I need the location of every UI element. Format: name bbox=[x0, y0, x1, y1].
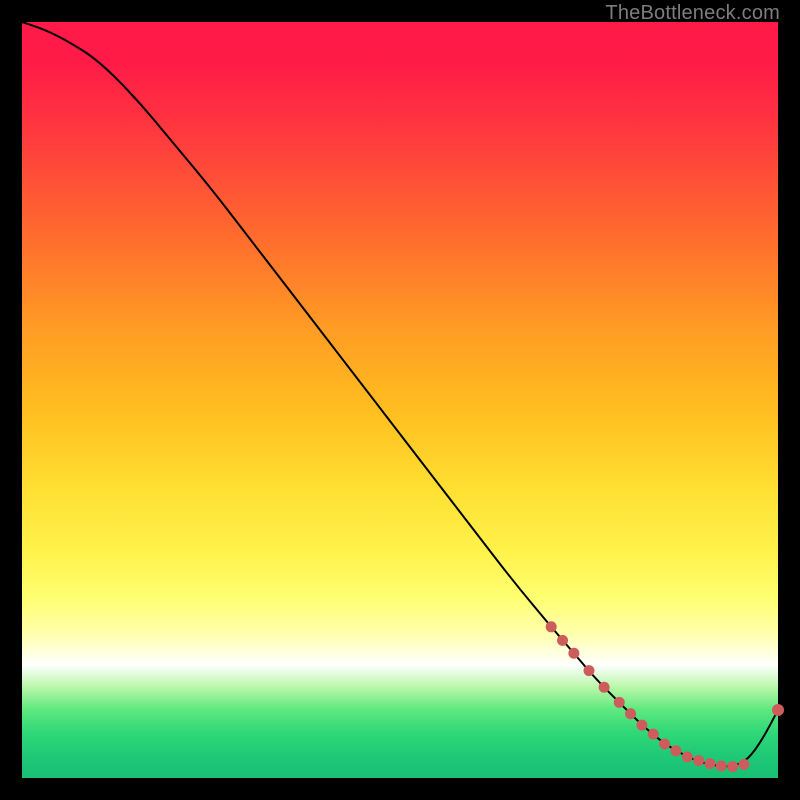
marker-point bbox=[659, 738, 670, 749]
marker-point bbox=[648, 729, 659, 740]
marker-point bbox=[584, 665, 595, 676]
marker-point bbox=[636, 720, 647, 731]
marker-point bbox=[599, 682, 610, 693]
attribution-label: TheBottleneck.com bbox=[605, 2, 780, 25]
marker-point bbox=[693, 755, 704, 766]
marker-point bbox=[625, 708, 636, 719]
marker-point bbox=[716, 760, 727, 771]
marker-point bbox=[670, 745, 681, 756]
marker-point bbox=[546, 621, 557, 632]
marker-group bbox=[546, 621, 784, 772]
marker-point bbox=[772, 704, 784, 716]
plot-area bbox=[22, 22, 778, 778]
marker-layer bbox=[22, 22, 778, 778]
marker-point bbox=[738, 759, 749, 770]
marker-point bbox=[568, 648, 579, 659]
marker-point bbox=[682, 751, 693, 762]
marker-point bbox=[704, 758, 715, 769]
chart-stage: TheBottleneck.com bbox=[0, 0, 800, 800]
marker-point bbox=[614, 697, 625, 708]
marker-point bbox=[727, 761, 738, 772]
marker-point bbox=[557, 635, 568, 646]
